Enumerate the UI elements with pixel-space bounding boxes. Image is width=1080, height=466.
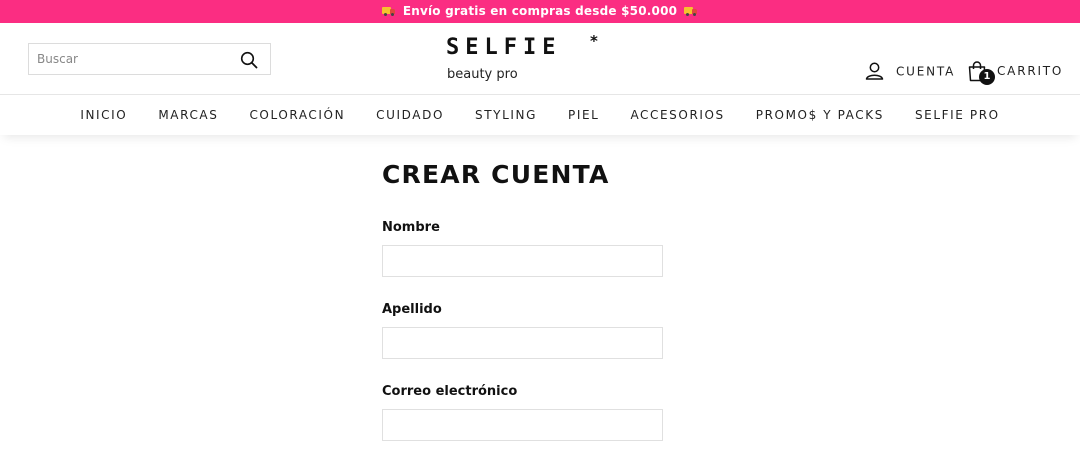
search-box	[28, 43, 271, 75]
nombre-label: Nombre	[382, 220, 440, 235]
apellido-input[interactable]	[382, 327, 663, 359]
logo-wordmark: SELFIE	[446, 35, 562, 60]
nav-item-piel[interactable]: PIEL	[568, 108, 599, 122]
main-nav: INICIO MARCAS COLORACIÓN CUIDADO STYLING…	[0, 95, 1080, 135]
user-icon	[865, 62, 884, 80]
field-correo: Correo electrónico	[382, 384, 682, 441]
truck-icon	[382, 7, 396, 16]
site-logo[interactable]: SELFIE * beauty pro	[446, 32, 606, 84]
account-label: CUENTA	[896, 64, 956, 78]
nombre-input[interactable]	[382, 245, 663, 277]
cart-bag: 1	[967, 60, 995, 85]
announcement-bar: Envío gratis en compras desde $50.000	[0, 0, 1080, 23]
nav-item-cuidado[interactable]: CUIDADO	[376, 108, 444, 122]
nav-item-selfie-pro[interactable]: SELFIE PRO	[915, 108, 1000, 122]
nav-item-coloracion[interactable]: COLORACIÓN	[249, 108, 345, 122]
page-title: CREAR CUENTA	[382, 160, 610, 189]
email-field[interactable]	[382, 409, 663, 441]
search-input[interactable]	[29, 44, 229, 74]
nav-item-accesorios[interactable]: ACCESORIOS	[630, 108, 724, 122]
cart-label: CARRITO	[997, 64, 1064, 78]
logo-subtitle: beauty pro	[447, 67, 518, 82]
logo-star: *	[590, 32, 598, 50]
nav-item-promos-packs[interactable]: PROMO$ Y PACKS	[756, 108, 884, 122]
cart-link[interactable]: 1 CARRITO	[967, 60, 1064, 85]
truck-icon	[683, 7, 698, 16]
cart-count-badge: 1	[979, 69, 995, 85]
nav-item-marcas[interactable]: MARCAS	[158, 108, 218, 122]
correo-label: Correo electrónico	[382, 384, 518, 399]
nav-item-inicio[interactable]: INICIO	[80, 108, 127, 122]
search-icon[interactable]	[240, 51, 258, 69]
apellido-label: Apellido	[382, 302, 442, 317]
site-header: SELFIE * beauty pro CUENTA 1 CARRITO	[0, 23, 1080, 95]
account-link[interactable]: CUENTA	[865, 62, 955, 81]
field-nombre: Nombre	[382, 220, 682, 277]
nav-item-styling[interactable]: STYLING	[475, 108, 537, 122]
create-account-form: CREAR CUENTA Nombre Apellido Correo elec…	[382, 160, 682, 466]
field-apellido: Apellido	[382, 302, 682, 359]
announcement-text: Envío gratis en compras desde $50.000	[402, 4, 678, 18]
